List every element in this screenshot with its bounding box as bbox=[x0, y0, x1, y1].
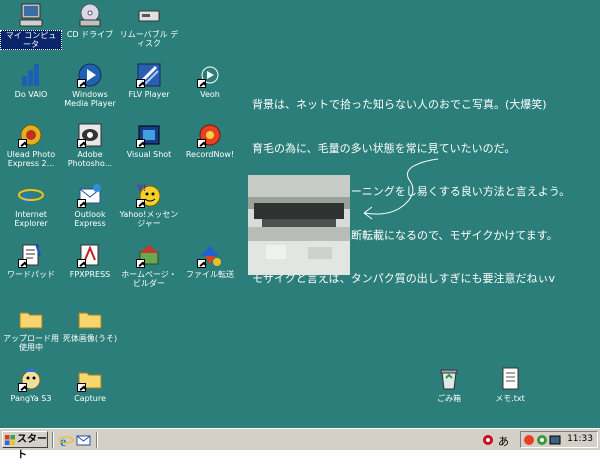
fpxpress-icon bbox=[77, 242, 103, 268]
taskbar-separator bbox=[52, 432, 54, 448]
recordnow-icon bbox=[197, 122, 223, 148]
desktop-icon-fpxpress[interactable]: FPXPRESS bbox=[59, 242, 121, 279]
note-line: 育毛の為に、毛量の多い状態を常に見ていたいのだ。 bbox=[252, 141, 516, 155]
tray-network-icon[interactable] bbox=[536, 434, 548, 446]
taskbar-separator bbox=[96, 432, 98, 448]
quicklaunch-outlook-express-icon[interactable] bbox=[76, 432, 92, 448]
desktop-icon-do-vaio[interactable]: Do VAIO bbox=[0, 62, 62, 99]
desktop-icon-adobe-photoshop[interactable]: Adobe Photosho... bbox=[59, 122, 121, 168]
cd-drive-icon bbox=[77, 2, 103, 28]
visual-shot-icon bbox=[136, 122, 162, 148]
folder-icon bbox=[18, 306, 44, 332]
desktop-icon-folder-corpse[interactable]: 死体画像(うそ) bbox=[59, 306, 121, 343]
windows-media-player-icon bbox=[77, 62, 103, 88]
desktop-icon-cd-drive[interactable]: CD ドライブ bbox=[59, 2, 121, 39]
ime-mode-label[interactable]: あ bbox=[498, 433, 509, 449]
desktop-icon-outlook-express[interactable]: Outlook Express bbox=[59, 182, 121, 228]
desktop-icon-veoh[interactable]: Veoh bbox=[179, 62, 241, 99]
my-computer-icon bbox=[18, 2, 44, 28]
desktop-icon-internet-explorer[interactable]: e Internet Explorer bbox=[0, 182, 62, 228]
svg-text:e: e bbox=[22, 184, 32, 208]
desktop-icon-recycle-bin[interactable]: ごみ箱 bbox=[418, 366, 480, 403]
yahoo-messenger-icon: Y! bbox=[136, 182, 162, 208]
flv-player-icon bbox=[136, 62, 162, 88]
note-line: 背景は、ネットで拾った知らない人のおでこ写真。(大爆笑) bbox=[252, 98, 547, 111]
homepage-builder-icon bbox=[136, 242, 162, 268]
veoh-icon bbox=[197, 62, 223, 88]
desktop-icon-pangya[interactable]: PangYa S3 bbox=[0, 366, 62, 403]
tray-recordnow-icon[interactable] bbox=[523, 434, 535, 446]
text-file-icon bbox=[497, 366, 523, 392]
do-vaio-icon bbox=[18, 62, 44, 88]
desktop-icon-file-transfer[interactable]: ファイル転送 bbox=[179, 242, 241, 279]
desktop-icon-wordpad[interactable]: ワードパッド bbox=[0, 242, 62, 279]
svg-text:Y!: Y! bbox=[137, 183, 146, 193]
hand-drawn-arrow-icon bbox=[363, 158, 439, 220]
desktop-icon-removable-disk[interactable]: リムーバブル ディスク bbox=[118, 2, 180, 48]
quicklaunch-internet-explorer-icon[interactable]: e bbox=[58, 432, 74, 448]
file-transfer-icon bbox=[197, 242, 223, 268]
system-tray: 11:33 bbox=[520, 431, 598, 448]
desktop-icon-visual-shot[interactable]: Visual Shot bbox=[118, 122, 180, 159]
desktop-icon-windows-media-player[interactable]: Windows Media Player bbox=[59, 62, 121, 108]
desktop-icon-memo-txt[interactable]: メモ.txt bbox=[479, 366, 541, 403]
folder-icon bbox=[77, 366, 103, 392]
windows-flag-icon bbox=[5, 435, 15, 445]
pangya-icon bbox=[18, 366, 44, 392]
desktop-icon-homepage-builder[interactable]: ホームページ・ビルダー bbox=[118, 242, 180, 288]
internet-explorer-icon: e bbox=[18, 182, 44, 209]
desktop-icon-flv-player[interactable]: FLV Player bbox=[118, 62, 180, 99]
desktop: マイ コンピュータ Do VAIO Ulead Photo Express 2.… bbox=[0, 0, 600, 428]
taskbar: スタート e あ 11:33 bbox=[0, 428, 600, 461]
start-label: スタート bbox=[17, 434, 47, 461]
wordpad-icon bbox=[18, 242, 44, 268]
desktop-icon-ulead-photo-express[interactable]: Ulead Photo Express 2... bbox=[0, 122, 62, 168]
desktop-icon-my-computer[interactable]: マイ コンピュータ bbox=[0, 2, 62, 50]
ime-icon[interactable] bbox=[482, 434, 494, 446]
desktop-icon-recordnow[interactable]: RecordNow! bbox=[179, 122, 241, 159]
ulead-photo-express-icon bbox=[18, 122, 44, 148]
outlook-express-icon bbox=[77, 182, 103, 208]
desktop-icon-yahoo-messenger[interactable]: Y! Yahoo!メッセンジャー bbox=[118, 182, 180, 228]
recycle-bin-icon bbox=[436, 366, 462, 392]
adobe-photoshop-icon bbox=[77, 122, 103, 148]
ime-bar[interactable]: あ bbox=[480, 431, 514, 448]
clock[interactable]: 11:33 bbox=[567, 434, 593, 444]
desktop-icon-upload-folder[interactable]: アップロード用 使用中 bbox=[0, 306, 62, 352]
mosaic-photo bbox=[248, 175, 350, 275]
tray-monitor-icon[interactable] bbox=[549, 434, 561, 446]
folder-icon bbox=[77, 306, 103, 332]
removable-disk-icon bbox=[136, 2, 162, 28]
start-button[interactable]: スタート bbox=[2, 431, 48, 461]
desktop-icon-capture[interactable]: Capture bbox=[59, 366, 121, 403]
